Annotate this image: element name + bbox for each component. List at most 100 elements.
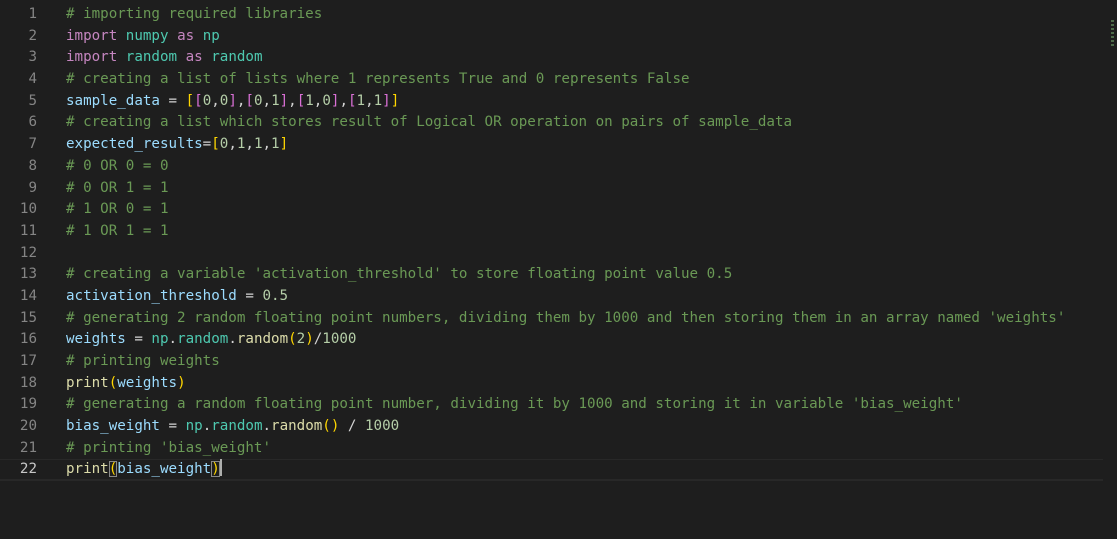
code-text[interactable]: # 0 OR 0 = 0 — [66, 156, 169, 178]
code-line[interactable]: 7 expected_results=[0,1,1,1] — [0, 134, 1117, 156]
line-number: 1 — [28, 6, 37, 22]
code-text[interactable]: print(weights) — [66, 373, 186, 395]
code-text[interactable]: sample_data = [[0,0],[0,1],[1,0],[1,1]] — [66, 91, 399, 113]
code-text[interactable]: import numpy as np — [66, 26, 220, 48]
code-text[interactable]: # creating a variable 'activation_thresh… — [66, 264, 732, 286]
code-token: ( — [108, 461, 118, 478]
code-text[interactable]: # 1 OR 1 = 1 — [66, 221, 169, 243]
code-line[interactable]: 14 activation_threshold = 0.5 — [0, 286, 1117, 308]
code-line[interactable]: 16 weights = np.random.random(2)/1000 — [0, 329, 1117, 351]
text-cursor — [219, 459, 222, 477]
code-line[interactable]: 5 sample_data = [[0,0],[0,1],[1,0],[1,1]] — [0, 91, 1117, 113]
code-token: 1 — [305, 92, 314, 109]
code-line[interactable]: 6 # creating a list which stores result o… — [0, 112, 1117, 134]
code-lines[interactable]: 1 # importing required libraries 2 import n… — [0, 4, 1117, 481]
code-token: ( — [108, 374, 118, 391]
scrollbar-marker — [1111, 20, 1114, 46]
code-token: , — [288, 92, 297, 109]
code-line[interactable]: 9 # 0 OR 1 = 1 — [0, 178, 1117, 200]
line-number: 13 — [19, 266, 37, 283]
code-token: 0 — [322, 92, 331, 109]
code-text[interactable]: import random as random — [66, 47, 262, 69]
code-text[interactable]: # printing 'bias_weight' — [66, 438, 271, 460]
code-line[interactable]: 1 # importing required libraries — [0, 4, 1117, 26]
code-token: # 0 OR 0 = 0 — [66, 157, 169, 174]
code-token: , — [365, 92, 374, 109]
code-token: 0 — [202, 92, 212, 109]
code-line[interactable]: 18 print(weights) — [0, 373, 1117, 395]
code-token: ] — [279, 136, 289, 153]
code-token: # 0 OR 1 = 1 — [66, 179, 169, 196]
code-token: bias_weight — [117, 461, 212, 478]
code-text[interactable]: bias_weight = np.random.random() / 1000 — [66, 416, 399, 438]
code-text[interactable]: weights = np.random.random(2)/1000 — [66, 329, 356, 351]
code-line[interactable]: 4 # creating a list of lists where 1 repr… — [0, 69, 1117, 91]
code-token: 1 — [356, 92, 366, 109]
code-line[interactable]: 22 print(bias_weight) — [0, 459, 1117, 481]
code-token: [ — [347, 92, 357, 109]
code-text[interactable]: # importing required libraries — [66, 4, 322, 26]
code-text[interactable]: print(bias_weight) — [66, 459, 222, 481]
code-token: ] — [382, 92, 391, 109]
line-number: 15 — [19, 309, 37, 326]
code-token: [ — [245, 92, 254, 109]
current-line-highlight — [0, 479, 1105, 480]
code-token: print — [66, 461, 109, 478]
code-text[interactable]: # creating a list of lists where 1 repre… — [66, 69, 690, 91]
code-token: . — [168, 331, 178, 348]
code-line[interactable]: 10 # 1 OR 0 = 1 — [0, 199, 1117, 221]
code-text[interactable]: # 0 OR 1 = 1 — [66, 178, 169, 200]
line-number: 12 — [19, 244, 37, 261]
code-token: [ — [185, 92, 195, 109]
code-text[interactable]: # 1 OR 0 = 1 — [66, 199, 169, 221]
code-token: import — [66, 49, 118, 66]
line-number: 10 — [19, 201, 37, 218]
code-token: weights — [66, 331, 126, 348]
code-token: ) — [305, 331, 314, 348]
code-text[interactable]: # printing weights — [66, 351, 220, 373]
line-number: 16 — [19, 331, 37, 348]
line-number: 21 — [19, 439, 37, 456]
line-number: 6 — [28, 114, 37, 131]
code-editor[interactable]: 1 # importing required libraries 2 import n… — [0, 0, 1117, 539]
code-token: . — [262, 418, 272, 435]
code-line[interactable]: 3 import random as random — [0, 47, 1117, 69]
code-token: [ — [211, 136, 220, 153]
code-text[interactable]: activation_threshold = 0.5 — [66, 286, 288, 308]
vertical-scrollbar[interactable] — [1103, 0, 1117, 539]
code-text[interactable]: # generating a random floating point num… — [66, 394, 963, 416]
code-token: print — [66, 374, 109, 391]
code-token: ] — [228, 92, 237, 109]
code-text[interactable]: # generating 2 random floating point num… — [66, 308, 1065, 330]
code-line[interactable]: 15 # generating 2 random floating point n… — [0, 308, 1117, 330]
line-number: 14 — [19, 287, 37, 304]
code-token: weights — [117, 374, 178, 391]
code-line[interactable]: 8 # 0 OR 0 = 0 — [0, 156, 1117, 178]
line-number: 2 — [28, 27, 37, 44]
code-token: [ — [296, 92, 306, 109]
code-line[interactable]: 21 # printing 'bias_weight' — [0, 438, 1117, 460]
line-number: 7 — [28, 136, 37, 153]
code-line[interactable]: 12 — [0, 243, 1117, 265]
code-line[interactable]: 2 import numpy as np — [0, 26, 1117, 48]
code-token: ) — [211, 461, 220, 478]
code-token: 0.5 — [262, 287, 289, 304]
code-text[interactable]: # creating a list which stores result of… — [66, 112, 792, 134]
code-line[interactable]: 20 bias_weight = np.random.random() / 100… — [0, 416, 1117, 438]
code-line[interactable]: 13 # creating a variable 'activation_thre… — [0, 264, 1117, 286]
code-token: expected_results — [66, 136, 203, 153]
code-token: , — [262, 92, 272, 109]
code-line[interactable]: 17 # printing weights — [0, 351, 1117, 373]
code-token: # creating a variable 'activation_thresh… — [66, 266, 733, 283]
code-line[interactable]: 11 # 1 OR 1 = 1 — [0, 221, 1117, 243]
line-number: 22 — [19, 461, 37, 478]
code-token: random — [271, 418, 323, 435]
line-number: 18 — [19, 374, 37, 391]
code-token: import — [66, 27, 118, 44]
code-line[interactable]: 19 # generating a random floating point n… — [0, 394, 1117, 416]
code-text[interactable]: expected_results=[0,1,1,1] — [66, 134, 288, 156]
